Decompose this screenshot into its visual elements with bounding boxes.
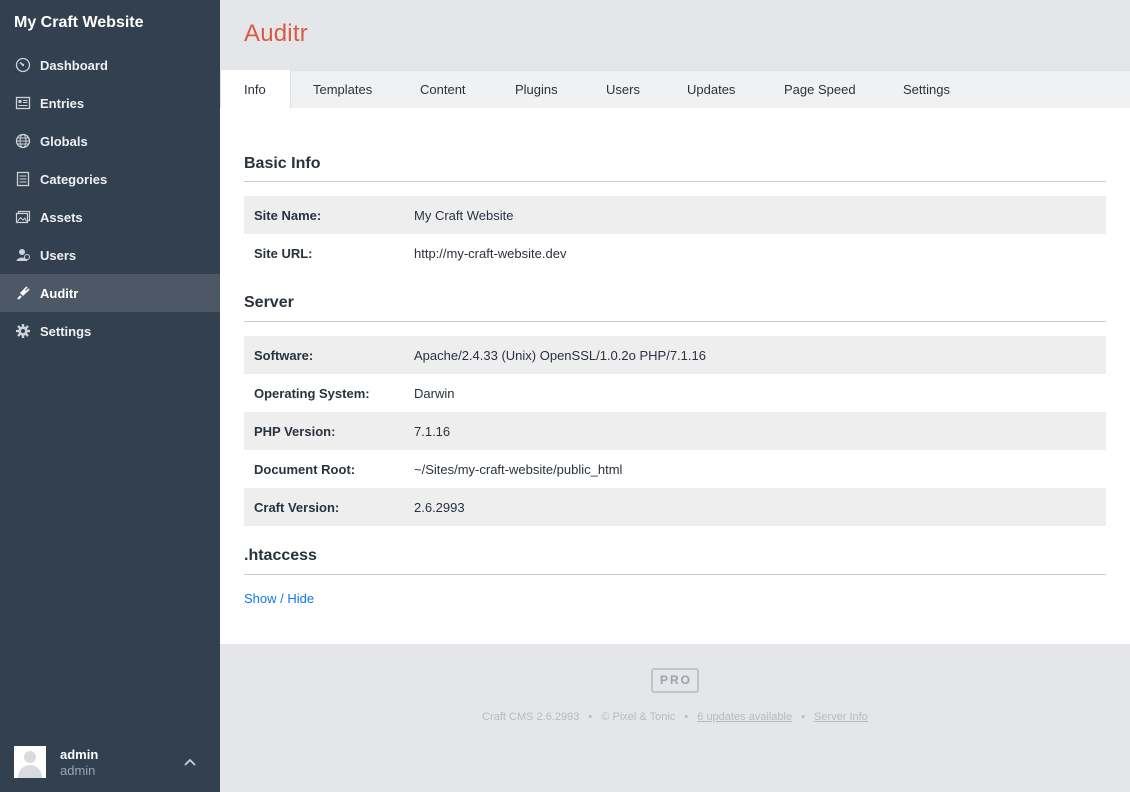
sidebar: My Craft Website Dashboard Entries Globa… bbox=[0, 0, 220, 792]
sidebar-item-auditr[interactable]: Auditr bbox=[0, 274, 220, 312]
table-row: PHP Version: 7.1.16 bbox=[244, 412, 1106, 450]
section-divider bbox=[244, 321, 1106, 322]
table-row: Site URL: http://my-craft-website.dev bbox=[244, 234, 1106, 272]
row-label: Document Root: bbox=[254, 461, 356, 477]
tab-page-speed[interactable]: Page Speed bbox=[784, 70, 856, 109]
sidebar-item-entries[interactable]: Entries bbox=[0, 84, 220, 122]
dashboard-gauge-icon bbox=[14, 56, 32, 74]
sidebar-item-label: Categories bbox=[40, 171, 108, 187]
sidebar-item-label: Settings bbox=[40, 323, 92, 339]
section-title-htaccess: .htaccess bbox=[244, 547, 317, 564]
tab-bar: Info Templates Content Plugins Users Upd… bbox=[220, 70, 1130, 110]
row-label: Site Name: bbox=[254, 207, 322, 223]
separator: • bbox=[801, 711, 805, 723]
separator: • bbox=[588, 711, 593, 723]
row-value: My Craft Website bbox=[414, 207, 514, 223]
section-divider bbox=[244, 181, 1106, 182]
row-label: PHP Version: bbox=[254, 423, 336, 439]
assets-images-icon bbox=[14, 208, 32, 226]
sidebar-item-label: Entries bbox=[40, 95, 85, 111]
entries-icon bbox=[14, 94, 32, 112]
row-value: http://my-craft-website.dev bbox=[414, 245, 567, 261]
section-divider bbox=[244, 574, 1106, 575]
sidebar-item-users[interactable]: Users bbox=[0, 236, 220, 274]
avatar bbox=[14, 746, 46, 778]
user-name: admin bbox=[60, 746, 99, 762]
row-value: ~/Sites/my-craft-website/public_html bbox=[414, 461, 623, 477]
table-row: Operating System: Darwin bbox=[244, 374, 1106, 412]
row-label: Operating System: bbox=[254, 385, 370, 401]
sidebar-item-settings[interactable]: Settings bbox=[0, 312, 220, 350]
sidebar-item-label: Globals bbox=[40, 133, 88, 149]
row-value: 7.1.16 bbox=[414, 423, 451, 439]
categories-icon bbox=[14, 170, 32, 188]
user-role: admin bbox=[60, 762, 96, 778]
sidebar-item-label: Auditr bbox=[40, 285, 79, 301]
users-icon bbox=[14, 246, 32, 264]
footer-info: Craft CMS 2.6.2993 • © Pixel & Tonic • 6… bbox=[220, 711, 1130, 723]
tab-updates[interactable]: Updates bbox=[687, 70, 735, 109]
tab-users[interactable]: Users bbox=[606, 70, 640, 109]
sidebar-item-label: Assets bbox=[40, 209, 83, 225]
separator: • bbox=[684, 711, 689, 723]
table-row: Site Name: My Craft Website bbox=[244, 196, 1106, 234]
sidebar-item-categories[interactable]: Categories bbox=[0, 160, 220, 198]
table-row: Document Root: ~/Sites/my-craft-website/… bbox=[244, 450, 1106, 488]
row-value: Apache/2.4.33 (Unix) OpenSSL/1.0.2o PHP/… bbox=[414, 347, 706, 363]
globe-icon bbox=[14, 132, 32, 150]
user-info: admin admin bbox=[60, 747, 98, 778]
show-hide-link[interactable]: Show / Hide bbox=[244, 591, 314, 606]
tab-templates[interactable]: Templates bbox=[313, 70, 372, 109]
row-value: 2.6.2993 bbox=[414, 499, 465, 515]
sidebar-item-label: Dashboard bbox=[40, 57, 108, 73]
server-info-link[interactable]: Server Info bbox=[814, 711, 868, 723]
row-value: Darwin bbox=[414, 385, 455, 401]
edition-badge: PRO bbox=[651, 668, 699, 693]
plug-icon bbox=[14, 284, 32, 302]
sidebar-item-dashboard[interactable]: Dashboard bbox=[0, 46, 220, 84]
main-content: Basic Info Site Name: My Craft Website S… bbox=[220, 108, 1130, 644]
chevron-up-icon[interactable] bbox=[182, 754, 198, 770]
tab-info[interactable]: Info bbox=[220, 70, 291, 110]
tab-settings[interactable]: Settings bbox=[903, 70, 950, 109]
section-title-server: Server bbox=[244, 294, 294, 311]
footer: PRO Craft CMS 2.6.2993 • © Pixel & Tonic… bbox=[220, 644, 1130, 792]
copyright: © Pixel & Tonic bbox=[601, 711, 676, 723]
page-title: Auditr bbox=[244, 20, 308, 47]
site-name[interactable]: My Craft Website bbox=[14, 14, 144, 32]
table-row: Craft Version: 2.6.2993 bbox=[244, 488, 1106, 526]
row-label: Software: bbox=[254, 347, 314, 363]
sidebar-item-label: Users bbox=[40, 247, 77, 263]
tab-content[interactable]: Content bbox=[420, 70, 466, 109]
sidebar-item-globals[interactable]: Globals bbox=[0, 122, 220, 160]
gear-icon bbox=[14, 322, 32, 340]
updates-link[interactable]: 6 updates available bbox=[697, 711, 792, 723]
sidebar-nav: Dashboard Entries Globals Categories Ass… bbox=[0, 46, 220, 350]
user-menu[interactable]: admin admin bbox=[0, 732, 220, 792]
table-row: Software: Apache/2.4.33 (Unix) OpenSSL/1… bbox=[244, 336, 1106, 374]
row-label: Craft Version: bbox=[254, 499, 340, 515]
cms-version: Craft CMS 2.6.2993 bbox=[482, 711, 580, 723]
tab-plugins[interactable]: Plugins bbox=[515, 70, 558, 109]
sidebar-item-assets[interactable]: Assets bbox=[0, 198, 220, 236]
row-label: Site URL: bbox=[254, 245, 313, 261]
page-header: Auditr bbox=[220, 0, 1130, 70]
section-title-basic-info: Basic Info bbox=[244, 155, 321, 172]
